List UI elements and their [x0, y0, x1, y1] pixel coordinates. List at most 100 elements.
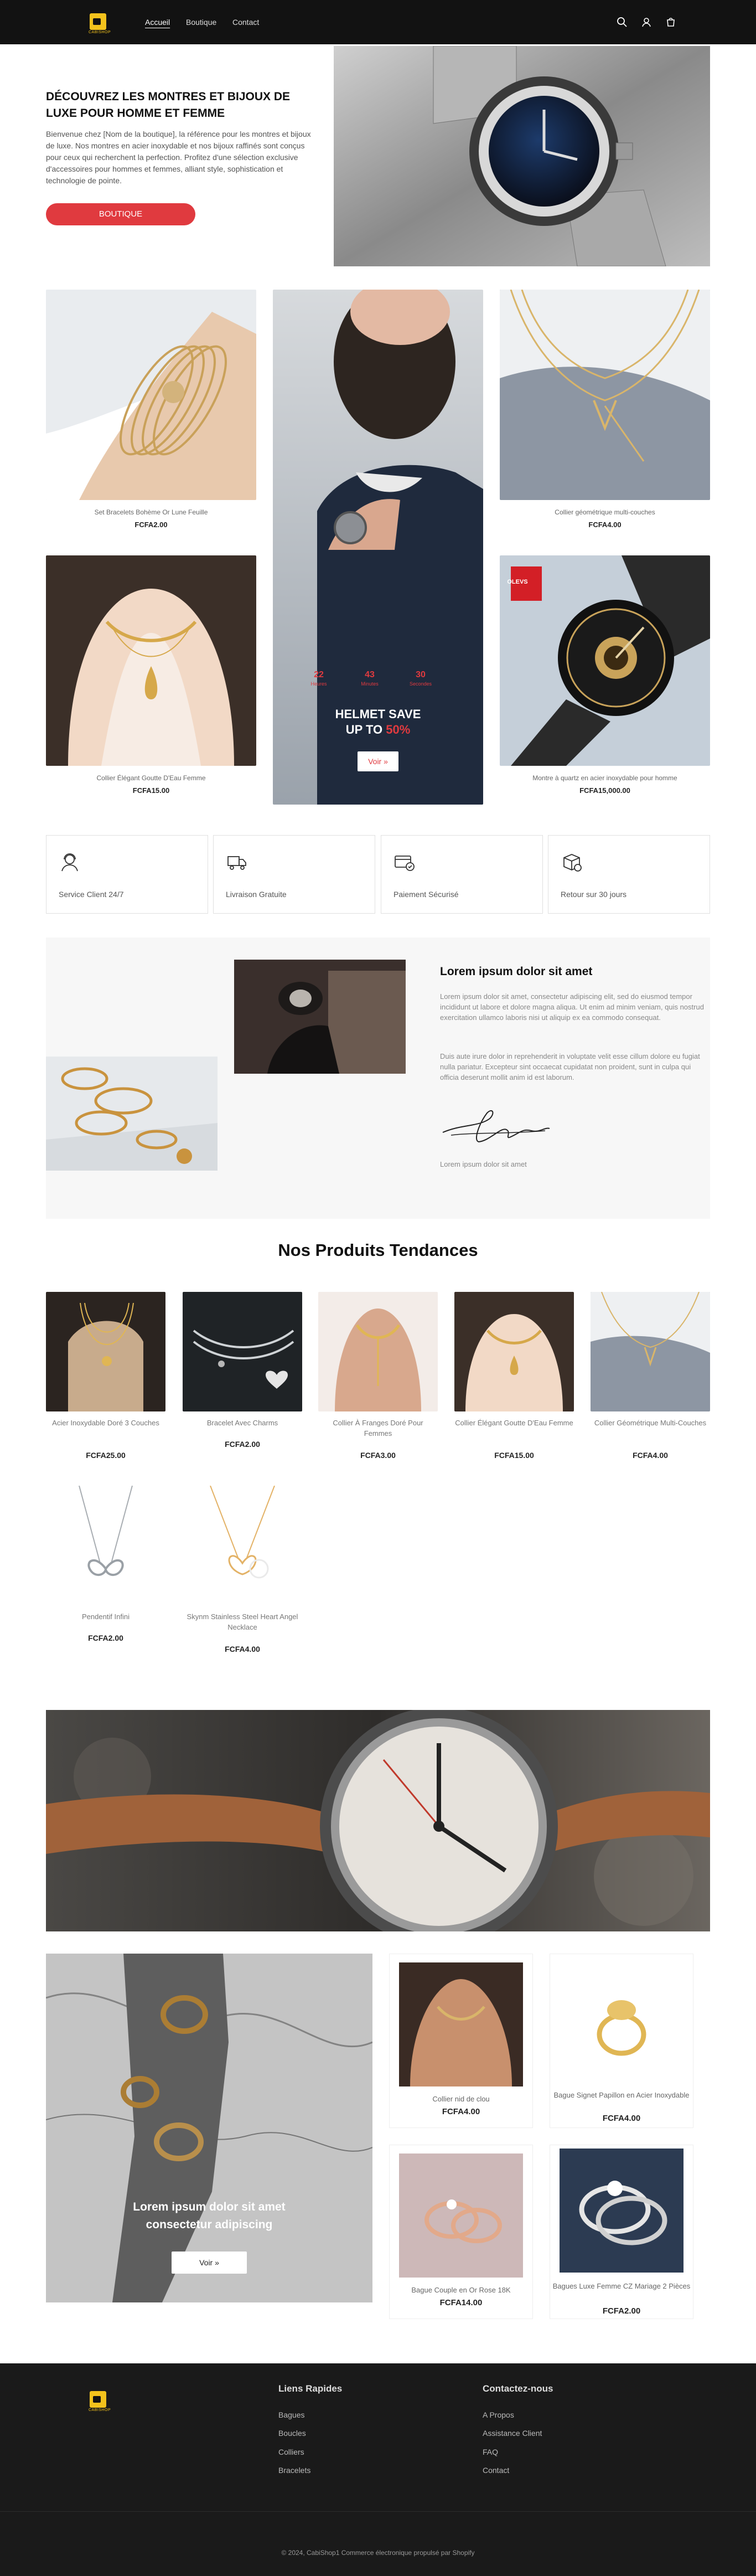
about-paragraph-2: Duis aute irure dolor in reprehenderit i… [440, 1052, 700, 1081]
trending-image-3[interactable] [318, 1292, 438, 1411]
about-paragraph-1: Lorem ipsum dolor sit amet, consectetur … [440, 992, 704, 1022]
hero-watch-image [334, 46, 710, 266]
footer-quick-links-title: Liens Rapides [278, 2383, 343, 2394]
product-image-olevs-watch[interactable] [500, 555, 710, 766]
countdown-seconds-label: Secondes [409, 681, 432, 687]
brand-logo-icon[interactable] [90, 13, 106, 30]
promo-view-button[interactable]: Voir » [358, 751, 398, 771]
hero-title: DÉCOUVREZ LES MONTRES ET BIJOUX DE LUXE … [46, 90, 291, 120]
product-title[interactable]: Set Bracelets Bohème Or Lune Feuille [46, 508, 256, 516]
footer-divider [0, 2511, 756, 2512]
feature-support: Service Client 24/7 [46, 835, 208, 914]
hero-description: Bienvenue chez [Nom de la boutique], la … [46, 130, 311, 185]
product-title[interactable]: Collier géométrique multi-couches [500, 508, 710, 516]
footer-link-support[interactable]: Assistance Client [483, 2429, 542, 2438]
cta-line-2: consectetur adipiscing [146, 2218, 273, 2231]
cta-rings-image [46, 1954, 372, 2302]
trending-title: Nos Produits Tendances [278, 1240, 478, 1260]
promo-discount: 50% [386, 723, 411, 736]
product-title[interactable]: Montre à quartz en acier inoxydable pour… [500, 774, 710, 782]
cta-product-price: FCFA4.00 [602, 2114, 641, 2123]
trending-image-7[interactable] [183, 1486, 302, 1605]
product-price: FCFA15,000.00 [579, 786, 630, 795]
cta-product-image-2[interactable] [560, 1962, 683, 2086]
footer-logo-icon[interactable] [90, 2391, 106, 2408]
countdown-seconds: 30 [416, 670, 426, 679]
cta-product-title[interactable]: Bagues Luxe Femme CZ Mariage 2 Pièces [550, 2281, 693, 2291]
footer-link-colliers[interactable]: Colliers [278, 2448, 304, 2456]
trending-product-price: FCFA2.00 [88, 1634, 123, 1642]
promo-title-line2: UP TO 50% [345, 723, 411, 736]
footer-link-bracelets[interactable]: Bracelets [278, 2466, 310, 2475]
countdown-hours: 22 [314, 670, 324, 679]
countdown-minutes-label: Minutes [361, 681, 379, 687]
feature-label: Paiement Sécurisé [393, 890, 459, 899]
trending-product-price: FCFA3.00 [360, 1451, 396, 1460]
nav-item-accueil[interactable]: Accueil [145, 18, 170, 27]
about-heading: Lorem ipsum dolor sit amet [440, 965, 593, 978]
about-image-jeweler [234, 960, 406, 1074]
footer-link-bagues[interactable]: Bagues [278, 2410, 304, 2419]
cta-product-price: FCFA4.00 [442, 2107, 480, 2116]
footer-link-boucles[interactable]: Boucles [278, 2429, 306, 2438]
footer-link-contact[interactable]: Contact [483, 2466, 509, 2475]
trending-product-title[interactable]: Acier Inoxydable Doré 3 Couches [46, 1418, 165, 1428]
cart-icon[interactable] [665, 17, 676, 28]
return-box-icon [563, 854, 582, 872]
cta-product-image-4[interactable] [560, 2149, 683, 2273]
trending-image-6[interactable] [46, 1486, 165, 1605]
cta-product-title[interactable]: Bague Couple en Or Rose 18K [389, 2286, 533, 2294]
delivery-truck-icon [227, 856, 246, 870]
footer-logo-text: CABISHOP [89, 2408, 111, 2412]
trending-product-title[interactable]: Skynm Stainless Steel Heart Angel Neckla… [183, 1611, 302, 1632]
hero-shop-button[interactable]: BOUTIQUE [46, 203, 195, 225]
product-image-geometric-necklace[interactable] [500, 290, 710, 500]
feature-label: Retour sur 30 jours [561, 890, 627, 899]
countdown-timer: 22 Heures 43 Minutes 30 Secondes [273, 670, 483, 688]
product-image-bracelets[interactable] [46, 290, 256, 500]
trending-image-2[interactable] [183, 1292, 302, 1411]
promo-title-line1: HELMET SAVE [335, 707, 421, 721]
feature-label: Livraison Gratuite [226, 890, 287, 899]
signature-image [442, 1110, 550, 1143]
product-price: FCFA15.00 [132, 786, 170, 795]
trending-image-5[interactable] [591, 1292, 710, 1411]
cta-product-image-3[interactable] [399, 2153, 523, 2278]
cta-line-1: Lorem ipsum dolor sit amet [133, 2201, 286, 2213]
trending-product-price: FCFA2.00 [225, 1440, 260, 1449]
trending-product-price: FCFA15.00 [494, 1451, 534, 1460]
headset-user-icon [61, 853, 78, 872]
cta-product-title[interactable]: Bague Signet Papillon en Acier Inoxydabl… [550, 2090, 693, 2100]
signature-caption: Lorem ipsum dolor sit amet [440, 1160, 527, 1168]
trending-product-title[interactable]: Collier Élégant Goutte D'Eau Femme [454, 1418, 574, 1428]
trending-product-title[interactable]: Bracelet Avec Charms [183, 1418, 302, 1428]
countdown-hours-label: Heures [310, 681, 327, 687]
cta-product-title[interactable]: Collier nid de clou [389, 2095, 533, 2103]
feature-secure-payment: Paiement Sécurisé [381, 835, 543, 914]
footer-link-faq[interactable]: FAQ [483, 2448, 498, 2456]
trending-product-price: FCFA4.00 [225, 1645, 260, 1653]
trending-image-4[interactable] [454, 1292, 574, 1411]
cta-product-price: FCFA2.00 [602, 2306, 641, 2316]
trending-product-title[interactable]: Collier À Franges Doré Pour Femmes [318, 1418, 438, 1439]
nav-item-contact[interactable]: Contact [232, 18, 259, 27]
product-price: FCFA2.00 [134, 521, 168, 529]
product-image-drop-necklace[interactable] [46, 555, 256, 766]
footer-contact-title: Contactez-nous [483, 2383, 553, 2394]
nav-item-boutique[interactable]: Boutique [186, 18, 216, 27]
trending-image-1[interactable] [46, 1292, 165, 1411]
trending-product-price: FCFA4.00 [633, 1451, 668, 1460]
site-footer [0, 2363, 756, 2576]
trending-product-price: FCFA25.00 [86, 1451, 126, 1460]
product-title[interactable]: Collier Élégant Goutte D'Eau Femme [46, 774, 256, 782]
feature-label: Service Client 24/7 [59, 890, 124, 899]
footer-link-about[interactable]: A Propos [483, 2410, 514, 2419]
cta-view-button[interactable]: Voir » [172, 2252, 247, 2274]
brand-logo-text: CABISHOP [89, 30, 111, 34]
cta-product-image-1[interactable] [399, 1962, 523, 2086]
trending-product-title[interactable]: Pendentif Infini [46, 1611, 165, 1622]
search-icon[interactable] [617, 17, 628, 28]
trending-product-title[interactable]: Collier Géométrique Multi-Couches [591, 1418, 710, 1428]
footer-copyright: © 2024, CabiShop1 Commerce électronique … [281, 2549, 475, 2557]
account-icon[interactable] [641, 17, 652, 28]
